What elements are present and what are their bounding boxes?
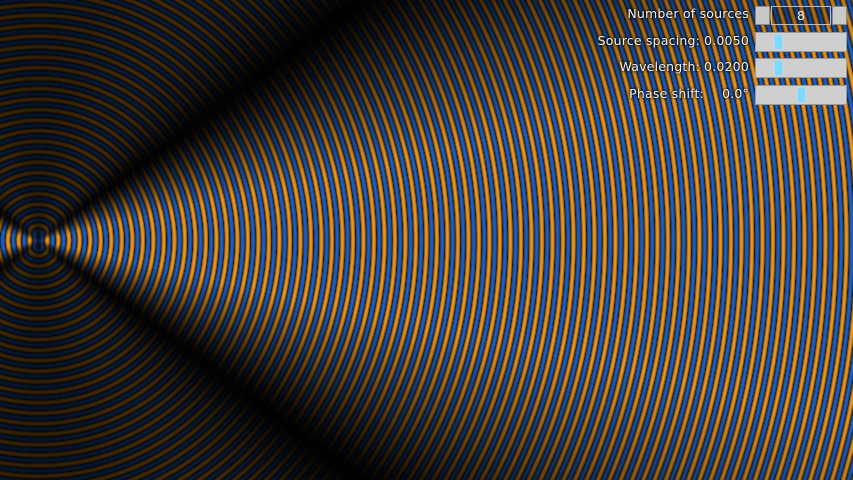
control-panel: Number of sources 8 Source spacing: 0.005… — [597, 5, 847, 111]
wavelength-slider[interactable] — [755, 58, 847, 78]
phase-value: 0.0° — [722, 85, 749, 101]
num-sources-value: 8 — [771, 6, 831, 25]
decrement-sources-button[interactable] — [755, 6, 770, 25]
interference-simulation: Number of sources 8 Source spacing: 0.005… — [0, 0, 853, 480]
num-sources-row: Number of sources 8 — [597, 5, 847, 27]
wavelength-label: Wavelength: 0.0200 — [619, 59, 749, 74]
phase-label: Phase shift: 0.0° — [629, 86, 749, 101]
spacing-row: Source spacing: 0.0050 — [597, 31, 847, 54]
wavelength-label-text: Wavelength: — [619, 59, 701, 74]
increment-sources-button[interactable] — [832, 6, 847, 25]
spacing-slider-thumb[interactable] — [775, 34, 782, 49]
num-sources-label: Number of sources — [627, 6, 749, 21]
spacing-label-text: Source spacing: — [597, 32, 701, 48]
spacing-value: 0.0050 — [704, 32, 749, 48]
phase-row: Phase shift: 0.0° — [597, 84, 847, 107]
phase-slider[interactable] — [755, 84, 847, 105]
num-sources-stepper[interactable]: 8 — [755, 5, 847, 26]
phase-label-text: Phase shift: — [629, 85, 705, 101]
wavelength-row: Wavelength: 0.0200 — [597, 58, 847, 80]
spacing-label: Source spacing: 0.0050 — [598, 33, 749, 48]
wavelength-value: 0.0200 — [704, 59, 749, 74]
spacing-slider[interactable] — [755, 31, 847, 52]
phase-slider-thumb[interactable] — [797, 87, 805, 102]
wavelength-slider-thumb[interactable] — [775, 61, 782, 75]
